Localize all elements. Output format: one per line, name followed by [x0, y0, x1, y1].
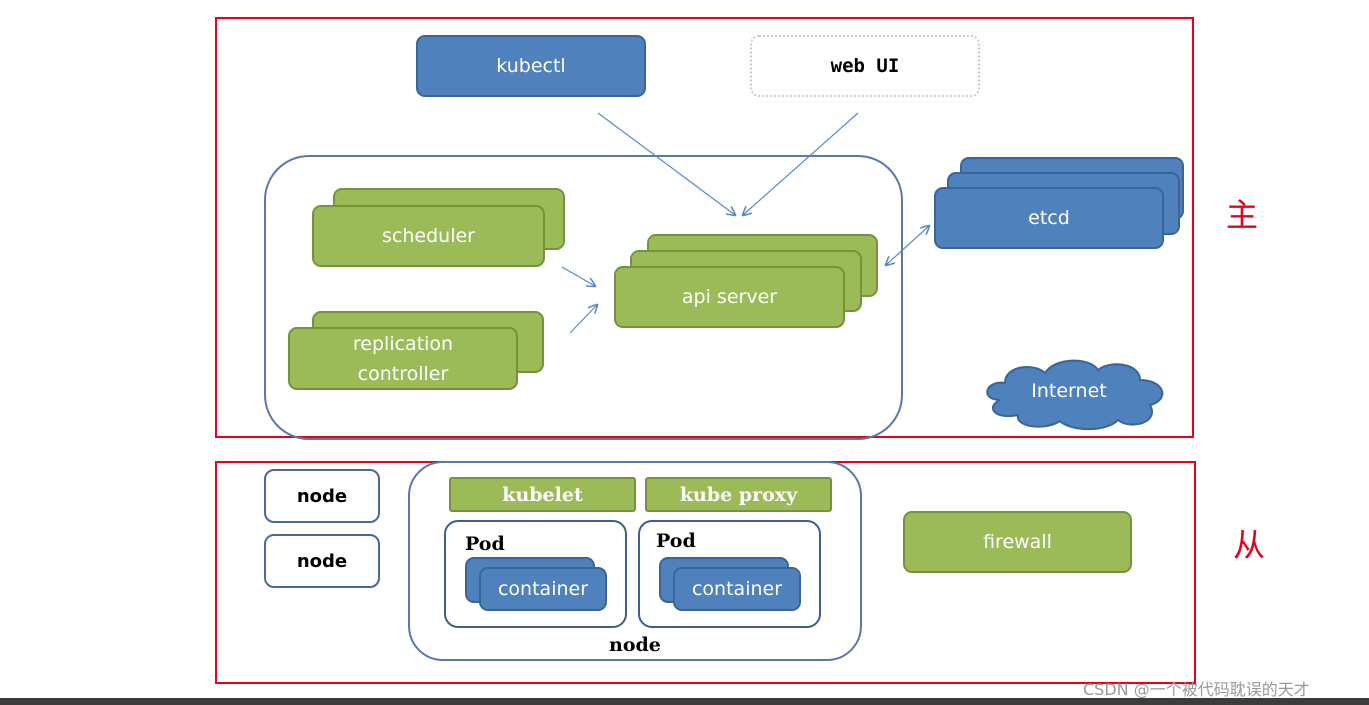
arrow-rc-api	[569, 305, 597, 334]
pod-label-1: Pod	[465, 533, 505, 555]
worker-label: 从	[1233, 526, 1266, 564]
kubelet-box: kubelet	[449, 477, 636, 512]
bottom-bar	[0, 698, 1369, 705]
arrow-kubectl-api	[597, 112, 735, 215]
container-box-2: container	[673, 567, 801, 611]
container-box-1: container	[479, 567, 607, 611]
node-box-1: node	[264, 469, 380, 523]
watermark: CSDN @一个被代码耽误的天才	[1083, 680, 1310, 699]
arrow-webui-api	[743, 112, 859, 215]
pod-label-2: Pod	[656, 530, 696, 552]
node-label: node	[609, 634, 661, 656]
kube-proxy-box: kube proxy	[645, 477, 832, 512]
arrow-api-etcd	[886, 226, 929, 265]
arrow-scheduler-api	[561, 266, 595, 286]
firewall-box: firewall	[903, 511, 1132, 573]
node-box-2: node	[264, 534, 380, 588]
master-label: 主	[1226, 196, 1259, 234]
